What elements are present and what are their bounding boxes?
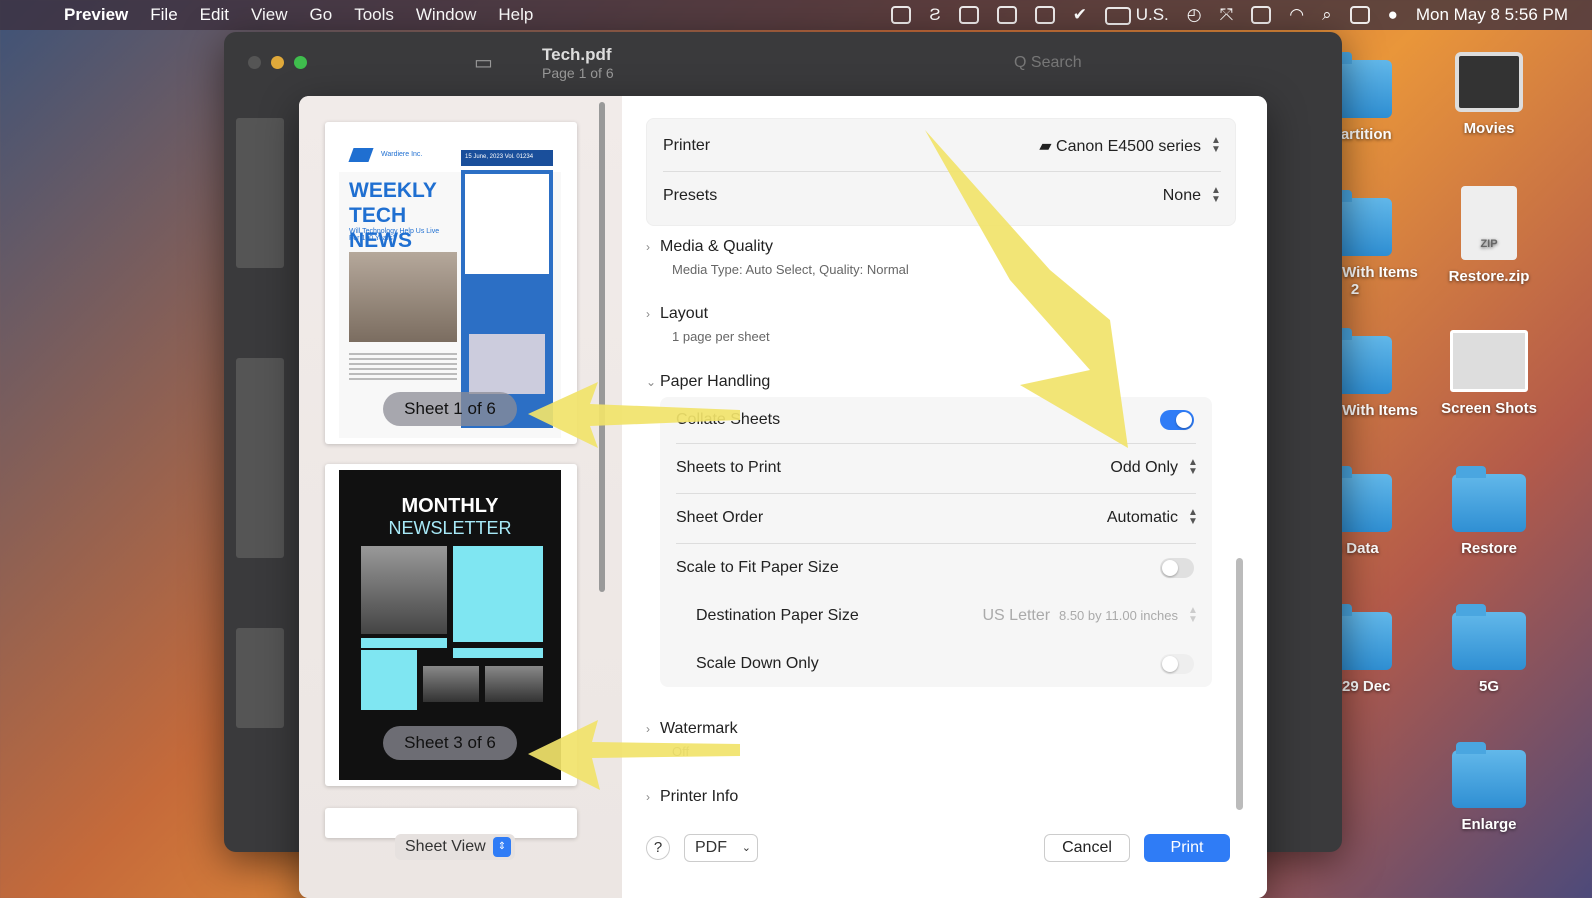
arrow-to-collate xyxy=(925,130,1128,448)
arrow-to-sheet-3 xyxy=(528,720,740,790)
annotation-arrows xyxy=(528,130,1128,790)
arrow-to-sheet-1 xyxy=(528,382,740,448)
